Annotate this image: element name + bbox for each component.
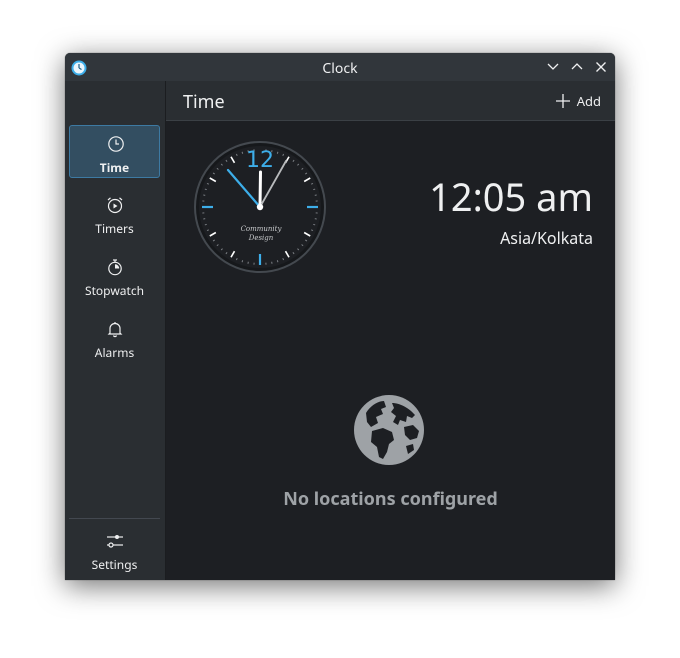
title-bar[interactable]: Clock <box>65 53 615 81</box>
sliders-icon <box>106 532 124 550</box>
sidebar-divider <box>69 518 160 519</box>
minimize-chevron-icon <box>547 63 559 70</box>
sidebar-item-label: Time <box>99 159 130 176</box>
timer-play-icon <box>106 196 124 214</box>
plus-icon <box>555 94 570 108</box>
sidebar: Time Timers Stopwatch Alarms Settings <box>65 81 166 580</box>
empty-state-message: No locations configured <box>283 487 498 511</box>
digital-time: 12:05 am <box>429 171 593 223</box>
page-title: Time <box>183 90 225 114</box>
sidebar-item-label: Alarms <box>94 344 135 361</box>
window-title: Clock <box>322 59 358 78</box>
maximize-button[interactable] <box>569 59 585 75</box>
minimize-button[interactable] <box>545 59 561 75</box>
add-button-label: Add <box>576 92 601 110</box>
clock-icon <box>107 135 125 153</box>
sidebar-item-label: Stopwatch <box>85 282 144 299</box>
clock-face-text: Design <box>248 234 274 242</box>
clock-window: Clock Time Timers Stopwatch Alarms Setti… <box>65 53 615 580</box>
time-page: 12 Community Design 12:05 am Asia/Kolkat… <box>166 121 615 580</box>
sidebar-item-time[interactable]: Time <box>69 125 160 178</box>
sidebar-item-settings[interactable]: Settings <box>69 523 160 576</box>
clock-face-text: Community <box>241 225 283 233</box>
sidebar-item-label: Settings <box>91 556 138 573</box>
page-header: Time Add <box>166 81 615 121</box>
sidebar-item-timers[interactable]: Timers <box>69 187 160 240</box>
close-button[interactable] <box>593 59 609 75</box>
analog-clock: 12 Community Design <box>193 140 327 274</box>
add-location-button[interactable]: Add <box>555 92 601 110</box>
close-x-icon <box>596 62 606 72</box>
timezone-label: Asia/Kolkata <box>500 227 593 249</box>
bell-icon <box>106 320 124 338</box>
sidebar-item-alarms[interactable]: Alarms <box>69 311 160 364</box>
sidebar-item-label: Timers <box>95 220 134 237</box>
maximize-chevron-icon <box>571 63 583 70</box>
globe-icon <box>353 394 425 466</box>
clock-twelve-label: 12 <box>246 148 274 173</box>
sidebar-item-stopwatch[interactable]: Stopwatch <box>69 249 160 302</box>
stopwatch-icon <box>106 258 124 276</box>
